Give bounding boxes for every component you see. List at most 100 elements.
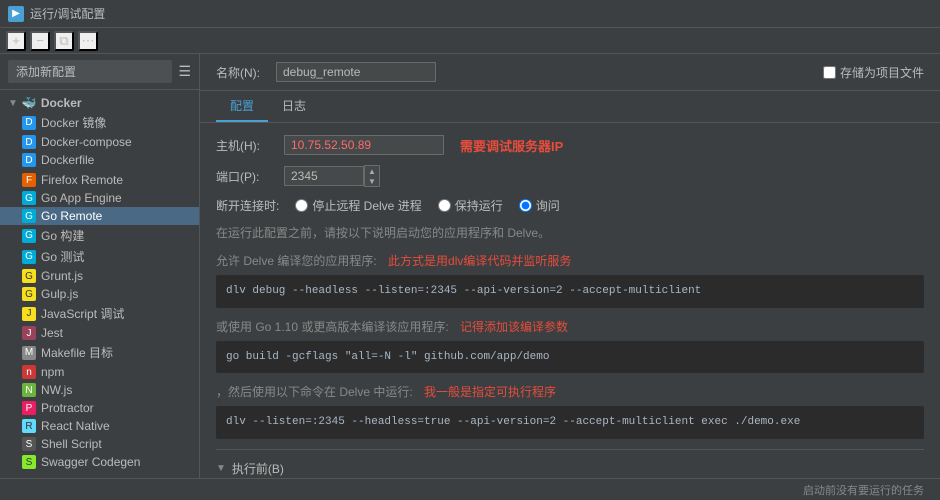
- go-test-icon: G: [22, 250, 36, 264]
- name-input[interactable]: [276, 62, 436, 82]
- nwjs-label: NW.js: [41, 383, 72, 397]
- react-native-label: React Native: [41, 419, 110, 433]
- disconnect-keep-option[interactable]: 保持运行: [438, 197, 503, 214]
- tree-item-go-remote[interactable]: G Go Remote: [0, 207, 199, 225]
- tree-item-shell-script[interactable]: S Shell Script: [0, 435, 199, 453]
- makefile-icon: M: [22, 346, 36, 360]
- save-project-checkbox: 存储为项目文件: [823, 64, 924, 81]
- docker-image-icon: D: [22, 116, 36, 130]
- disconnect-label: 断开连接时:: [216, 197, 279, 214]
- port-row: 端口(P): ▲ ▼: [216, 165, 924, 187]
- go-test-label: Go 测试: [41, 248, 84, 265]
- protractor-icon: P: [22, 401, 36, 415]
- status-text: 启动前没有要运行的任务: [803, 482, 924, 498]
- filter-icon[interactable]: ☰: [178, 63, 191, 80]
- dockerfile-label: Dockerfile: [41, 153, 94, 167]
- go-build-icon: G: [22, 229, 36, 243]
- tree-item-npm[interactable]: n npm: [0, 363, 199, 381]
- sidebar-tree: ▼ 🐳 Docker D Docker 镜像 D Docker-compose …: [0, 90, 199, 478]
- tree-item-nwjs[interactable]: N NW.js: [0, 381, 199, 399]
- tab-config[interactable]: 配置: [216, 91, 268, 122]
- sidebar: 添加新配置 ☰ ▼ 🐳 Docker D Docker 镜像 D Docker-…: [0, 54, 200, 478]
- exec-title: ，然后使用以下命令在 Delve 中运行: 我一般是指定可执行程序: [216, 383, 924, 400]
- gulpjs-icon: G: [22, 287, 36, 301]
- port-down-btn[interactable]: ▼: [365, 176, 379, 186]
- before-header[interactable]: ▼ 执行前(B): [216, 460, 924, 477]
- go-app-engine-icon: G: [22, 191, 36, 205]
- docker-compose-icon: D: [22, 135, 36, 149]
- port-spinner: ▲ ▼: [364, 165, 380, 187]
- exec-code-block: dlv --listen=:2345 --headless=true --api…: [216, 406, 924, 439]
- save-project-check[interactable]: [823, 66, 836, 79]
- npm-label: npm: [41, 365, 64, 379]
- name-label: 名称(N):: [216, 64, 260, 81]
- tree-item-react-native[interactable]: R React Native: [0, 417, 199, 435]
- disconnect-ask-option[interactable]: 询问: [519, 197, 560, 214]
- title-bar: ▶ 运行/调试配置: [0, 0, 940, 28]
- tabs-bar: 配置 日志: [200, 91, 940, 123]
- go-build-label: Go 构建: [41, 227, 84, 244]
- tree-item-firefox-remote[interactable]: F Firefox Remote: [0, 171, 199, 189]
- app-icon: ▶: [8, 6, 24, 22]
- build-code-block: go build -gcflags "all=-N -l" github.com…: [216, 341, 924, 374]
- jest-icon: J: [22, 326, 36, 340]
- status-bar: 启动前没有要运行的任务: [0, 478, 940, 500]
- disconnect-row: 断开连接时: 停止远程 Delve 进程 保持运行 询问: [216, 197, 924, 214]
- tree-group-docker: ▼ 🐳 Docker D Docker 镜像 D Docker-compose …: [0, 94, 199, 169]
- tab-log[interactable]: 日志: [268, 91, 320, 122]
- tree-item-gruntjs[interactable]: G Grunt.js: [0, 267, 199, 285]
- port-input[interactable]: [284, 166, 364, 186]
- tree-group-docker-header[interactable]: ▼ 🐳 Docker: [0, 94, 199, 112]
- more-options-btn[interactable]: ⋯: [78, 31, 98, 51]
- config-header: 名称(N): 存储为项目文件: [200, 54, 940, 91]
- firefox-label: Firefox Remote: [41, 173, 123, 187]
- tree-item-js-debug[interactable]: J JavaScript 调试: [0, 303, 199, 324]
- js-debug-label: JavaScript 调试: [41, 305, 124, 322]
- docker-image-label: Docker 镜像: [41, 114, 106, 131]
- build-annotation: 记得添加该编译参数: [460, 320, 568, 334]
- tree-item-docker-compose[interactable]: D Docker-compose: [0, 133, 199, 151]
- docker-compose-label: Docker-compose: [41, 135, 132, 149]
- before-section: ▼ 执行前(B) + − ✎ ▲ ▼: [216, 449, 924, 479]
- config-body: 主机(H): 需要调试服务器IP 端口(P): ▲ ▼ 断开连接时:: [200, 123, 940, 478]
- gruntjs-icon: G: [22, 269, 36, 283]
- firefox-icon: F: [22, 173, 36, 187]
- shell-script-icon: S: [22, 437, 36, 451]
- docker-group-label: Docker: [41, 96, 82, 110]
- disconnect-keep-radio[interactable]: [438, 199, 451, 212]
- build-title: 或使用 Go 1.10 或更高版本编译该应用程序: 记得添加该编译参数: [216, 318, 924, 335]
- tree-item-protractor[interactable]: P Protractor: [0, 399, 199, 417]
- makefile-label: Makefile 目标: [41, 344, 113, 361]
- swagger-codegen-icon: S: [22, 455, 36, 469]
- tree-item-go-test[interactable]: G Go 测试: [0, 246, 199, 267]
- port-group: ▲ ▼: [284, 165, 380, 187]
- host-row: 主机(H): 需要调试服务器IP: [216, 135, 924, 155]
- remove-config-btn[interactable]: −: [30, 31, 50, 51]
- disconnect-stop-radio[interactable]: [295, 199, 308, 212]
- disconnect-stop-option[interactable]: 停止远程 Delve 进程: [295, 197, 421, 214]
- main-area: 添加新配置 ☰ ▼ 🐳 Docker D Docker 镜像 D Docker-…: [0, 54, 940, 478]
- content-panel: 名称(N): 存储为项目文件 配置 日志 主机(H): 需要调试服务器IP 端口…: [200, 54, 940, 478]
- copy-config-btn[interactable]: ⧉: [54, 31, 74, 51]
- host-label: 主机(H):: [216, 137, 276, 154]
- tree-item-go-build[interactable]: G Go 构建: [0, 225, 199, 246]
- tree-item-dockerfile[interactable]: D Dockerfile: [0, 151, 199, 169]
- jest-label: Jest: [41, 326, 63, 340]
- disconnect-ask-radio[interactable]: [519, 199, 532, 212]
- title-bar-text: 运行/调试配置: [30, 5, 105, 22]
- react-native-icon: R: [22, 419, 36, 433]
- before-arrow-icon: ▼: [216, 463, 226, 474]
- add-new-config-button[interactable]: 添加新配置: [8, 60, 172, 83]
- docker-arrow-icon: ▼: [8, 98, 18, 109]
- tree-item-go-app-engine[interactable]: G Go App Engine: [0, 189, 199, 207]
- save-project-label[interactable]: 存储为项目文件: [840, 64, 924, 81]
- host-input[interactable]: [284, 135, 444, 155]
- port-up-btn[interactable]: ▲: [365, 166, 379, 176]
- add-config-btn[interactable]: +: [6, 31, 26, 51]
- tree-item-jest[interactable]: J Jest: [0, 324, 199, 342]
- tree-item-gulpjs[interactable]: G Gulp.js: [0, 285, 199, 303]
- tree-item-docker-image[interactable]: D Docker 镜像: [0, 112, 199, 133]
- tree-item-makefile[interactable]: M Makefile 目标: [0, 342, 199, 363]
- tree-item-swagger-codegen[interactable]: S Swagger Codegen: [0, 453, 199, 471]
- dlv-compile-title: 允许 Delve 编译您的应用程序: 此方式是用dlv编译代码并监听服务: [216, 252, 924, 269]
